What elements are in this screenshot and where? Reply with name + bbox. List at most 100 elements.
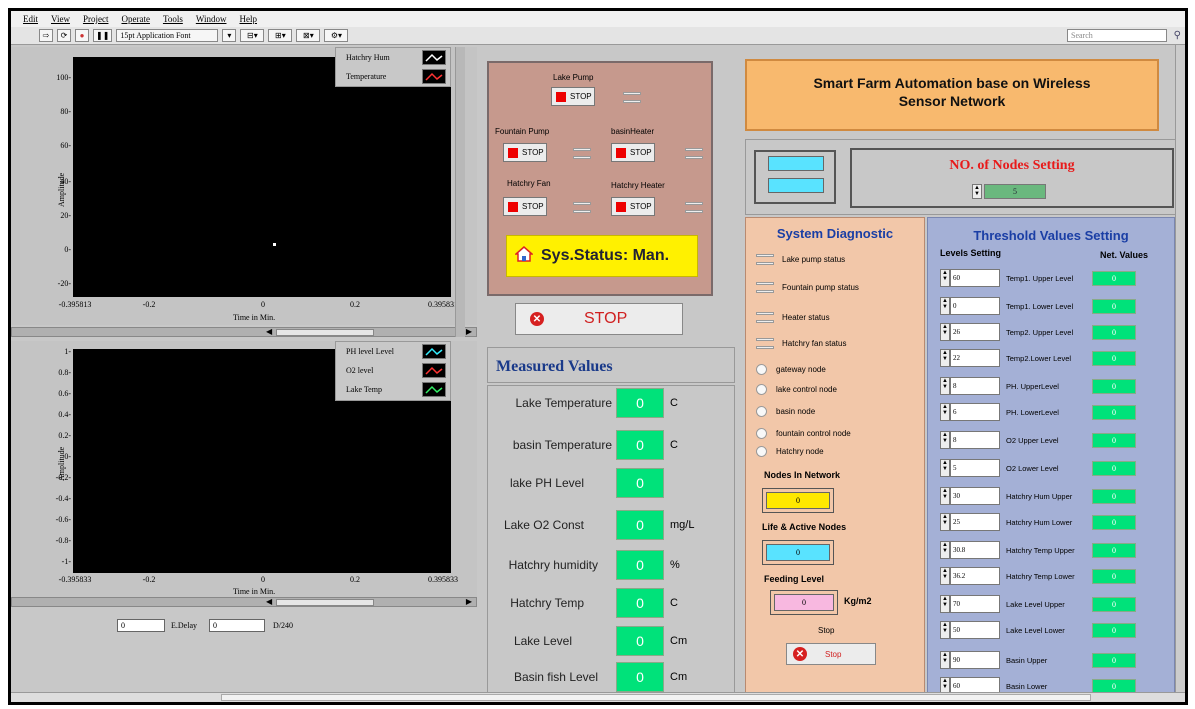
threshold-setting-input[interactable]: 60 <box>950 269 1000 287</box>
spin-arrows-icon[interactable]: ▲ ▼ <box>940 487 950 505</box>
scroll-left-icon[interactable]: ◀ <box>266 598 272 606</box>
legend-item[interactable]: Lake Temp <box>336 380 450 399</box>
window-vertical-scrollbar[interactable] <box>1175 45 1185 701</box>
font-selector[interactable]: 15pt Application Font <box>116 29 219 42</box>
diagnostic-stop-button[interactable]: ✕ Stop <box>786 643 876 665</box>
delay-value-2[interactable]: 0 <box>209 619 265 632</box>
measure-label: Lake Temperature <box>515 396 612 410</box>
spin-arrows-icon[interactable]: ▲ ▼ <box>940 541 950 559</box>
threshold-setting-input[interactable]: 36.2 <box>950 567 1000 585</box>
delay-value-1[interactable]: 0 <box>117 619 165 632</box>
spin-arrows-icon[interactable]: ▲ ▼ <box>940 513 950 531</box>
spin-arrows-icon[interactable]: ▲ ▼ <box>940 323 950 341</box>
threshold-setting-input[interactable]: 25 <box>950 513 1000 531</box>
threshold-setting-input[interactable]: 8 <box>950 431 1000 449</box>
reorder-icon[interactable]: ⚙▾ <box>324 29 349 42</box>
resize-objects-icon[interactable]: ⊠▾ <box>296 29 321 42</box>
basin-heater-stop-button[interactable]: STOP <box>611 143 655 162</box>
menu-operate[interactable]: Operate <box>121 14 149 24</box>
scrollbar-thumb[interactable] <box>276 599 374 606</box>
search-icon[interactable]: ⚲ <box>1174 30 1181 41</box>
nodes-count-value[interactable]: 5 <box>984 184 1046 199</box>
diag-status-label: Lake pump status <box>782 255 846 264</box>
threshold-setting-input[interactable]: 70 <box>950 595 1000 613</box>
x-tick: -0.395833 <box>58 575 92 584</box>
menu-tools[interactable]: Tools <box>163 14 183 24</box>
stop-button-label: Stop <box>825 649 842 659</box>
spin-arrows-icon[interactable]: ▲ ▼ <box>940 349 950 367</box>
threshold-setting-input[interactable]: 8 <box>950 377 1000 395</box>
menu-window[interactable]: Window <box>196 14 227 24</box>
fountain-pump-stop-button[interactable]: STOP <box>503 143 547 162</box>
graph-2-scrollbar[interactable]: ◀ ▶ <box>11 597 477 607</box>
threshold-setting-input[interactable]: 0 <box>950 297 1000 315</box>
threshold-setting-input[interactable]: 30.8 <box>950 541 1000 559</box>
hatchry-heater-stop-button[interactable]: STOP <box>611 197 655 216</box>
hatchry-fan-stop-button[interactable]: STOP <box>503 197 547 216</box>
nodes-setting-title: NO. of Nodes Setting <box>949 158 1075 173</box>
spin-arrows-icon[interactable]: ▲ ▼ <box>940 297 950 315</box>
basin-heater-indicator-icon <box>685 146 703 161</box>
search-input[interactable]: Search <box>1067 29 1167 42</box>
window-horizontal-scrollbar[interactable] <box>11 692 1185 702</box>
scrollbar-thumb[interactable] <box>276 329 374 336</box>
spin-arrows-icon[interactable]: ▲ ▼ <box>940 651 950 669</box>
spin-arrows-icon[interactable]: ▲ ▼ <box>972 184 982 199</box>
plot-style-icon <box>422 382 446 397</box>
scroll-right-icon[interactable]: ▶ <box>466 598 472 606</box>
threshold-net-value: 0 <box>1092 514 1136 530</box>
menu-view[interactable]: View <box>51 14 70 24</box>
threshold-setting-input[interactable]: 50 <box>950 621 1000 639</box>
legend-item[interactable]: Temperature <box>336 67 450 86</box>
button-label: STOP <box>522 148 544 157</box>
scroll-left-icon[interactable]: ◀ <box>266 328 272 336</box>
threshold-label: Basin Lower <box>1006 681 1048 691</box>
spin-arrows-icon[interactable]: ▲ ▼ <box>940 621 950 639</box>
abort-icon[interactable]: ● <box>75 29 89 42</box>
threshold-values-panel: Threshold Values Setting Levels Setting … <box>927 217 1175 702</box>
spin-arrows-icon[interactable]: ▲ ▼ <box>940 459 950 477</box>
threshold-setting-input[interactable]: 26 <box>950 323 1000 341</box>
font-dropdown-icon[interactable]: ▾ <box>222 29 237 42</box>
hatchry-fan-indicator-icon <box>573 200 591 215</box>
nodes-count-control[interactable]: ▲ ▼ 5 <box>972 184 1046 199</box>
run-arrow-icon[interactable]: ⇨ <box>39 29 53 42</box>
spin-arrows-icon[interactable]: ▲ ▼ <box>940 567 950 585</box>
threshold-setting-input[interactable]: 30 <box>950 487 1000 505</box>
graph-1-vertical-scrollbar[interactable] <box>455 47 465 337</box>
menu-project[interactable]: Project <box>83 14 109 24</box>
graph-1-legend[interactable]: Hatchry Hum Temperature <box>335 47 451 87</box>
graph-1-plot-area[interactable] <box>73 57 451 297</box>
legend-item[interactable]: Hatchry Hum <box>336 48 450 67</box>
legend-item[interactable]: O2 level <box>336 361 450 380</box>
main-stop-button[interactable]: ✕ STOP <box>515 303 683 335</box>
feeding-level-label: Feeding Level <box>764 574 825 584</box>
run-continuous-icon[interactable]: ⟳ <box>57 29 71 42</box>
align-objects-icon[interactable]: ⊟▾ <box>240 29 265 42</box>
y-tick: -1- <box>61 557 71 566</box>
spin-arrows-icon[interactable]: ▲ ▼ <box>940 377 950 395</box>
spin-arrows-icon[interactable]: ▲ ▼ <box>940 595 950 613</box>
threshold-setting-input[interactable]: 6 <box>950 403 1000 421</box>
graph-1-scrollbar[interactable]: ◀ ▶ <box>11 327 477 337</box>
spin-arrows-icon[interactable]: ▲ ▼ <box>940 431 950 449</box>
distribute-objects-icon[interactable]: ⊞▾ <box>268 29 293 42</box>
measure-value: 0 <box>616 510 664 540</box>
waveform-graph-2: 1- 0.8- 0.6- 0.4- 0.2- 0- -0.2- -0.4- -0… <box>11 341 477 607</box>
lake-pump-stop-button[interactable]: STOP <box>551 87 595 106</box>
menu-help[interactable]: Help <box>239 14 257 24</box>
y-tick: 0.2- <box>58 431 71 440</box>
threshold-setting-input[interactable]: 5 <box>950 459 1000 477</box>
scrollbar-thumb[interactable] <box>221 694 1091 701</box>
threshold-setting-input[interactable]: 22 <box>950 349 1000 367</box>
legend-item[interactable]: PH level Level <box>336 342 450 361</box>
spin-arrows-icon[interactable]: ▲ ▼ <box>940 269 950 287</box>
graph-2-legend[interactable]: PH level Level O2 level Lake Temp <box>335 341 451 401</box>
scroll-right-icon[interactable]: ▶ <box>466 328 472 336</box>
menu-edit[interactable]: Edit <box>23 14 38 24</box>
y-tick: 100- <box>56 73 71 82</box>
pause-icon[interactable]: ❚❚ <box>93 29 113 42</box>
threshold-setting-input[interactable]: 90 <box>950 651 1000 669</box>
y-tick: 0.6- <box>58 389 71 398</box>
spin-arrows-icon[interactable]: ▲ ▼ <box>940 403 950 421</box>
